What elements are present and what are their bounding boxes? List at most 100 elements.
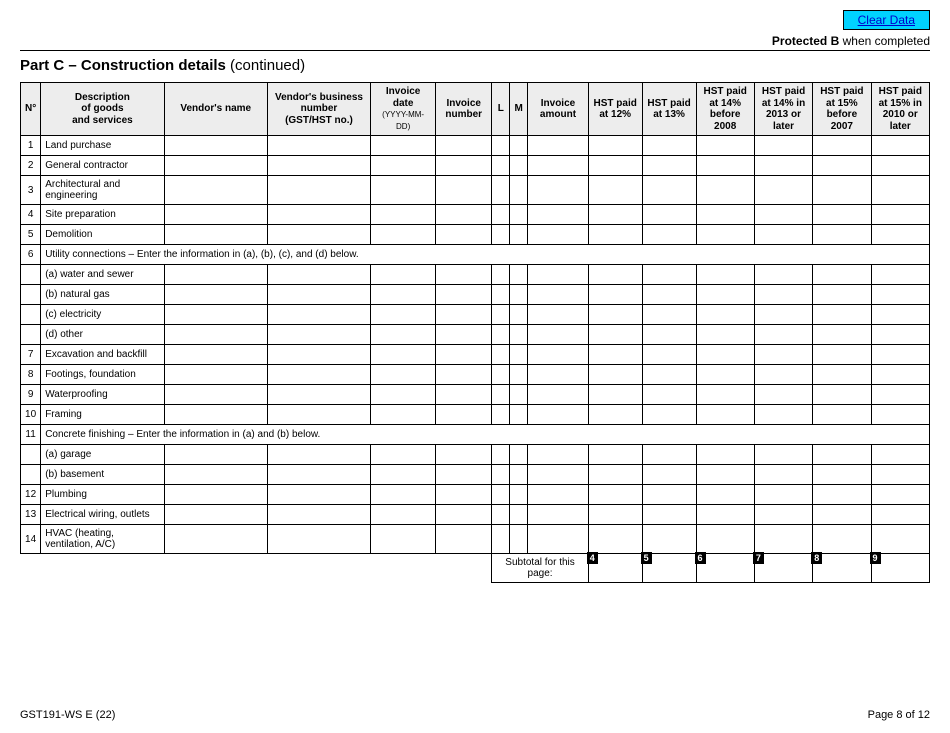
subtotal-cell[interactable]: 8 <box>813 554 871 583</box>
cell-input[interactable] <box>371 285 436 305</box>
cell-input[interactable] <box>371 156 436 176</box>
cell-input[interactable] <box>267 405 370 425</box>
cell-input[interactable] <box>492 385 510 405</box>
cell-input[interactable] <box>510 345 528 365</box>
cell-input[interactable] <box>813 136 871 156</box>
cell-input[interactable] <box>492 485 510 505</box>
cell-input[interactable] <box>588 485 642 505</box>
cell-input[interactable] <box>510 325 528 345</box>
cell-input[interactable] <box>371 136 436 156</box>
cell-input[interactable] <box>588 156 642 176</box>
cell-input[interactable] <box>510 485 528 505</box>
cell-input[interactable] <box>642 176 696 205</box>
cell-input[interactable] <box>528 305 589 325</box>
cell-input[interactable] <box>642 365 696 385</box>
cell-input[interactable] <box>510 265 528 285</box>
cell-input[interactable] <box>371 405 436 425</box>
cell-input[interactable] <box>436 465 492 485</box>
cell-input[interactable] <box>164 176 267 205</box>
cell-input[interactable] <box>813 156 871 176</box>
cell-input[interactable] <box>588 505 642 525</box>
cell-input[interactable] <box>267 176 370 205</box>
cell-input[interactable] <box>871 465 929 485</box>
cell-input[interactable] <box>754 136 812 156</box>
cell-input[interactable] <box>267 205 370 225</box>
cell-input[interactable] <box>813 285 871 305</box>
cell-input[interactable] <box>510 305 528 325</box>
cell-input[interactable] <box>588 405 642 425</box>
cell-input[interactable] <box>696 176 754 205</box>
cell-input[interactable] <box>754 345 812 365</box>
cell-input[interactable] <box>642 285 696 305</box>
cell-input[interactable] <box>436 445 492 465</box>
cell-input[interactable] <box>510 136 528 156</box>
cell-input[interactable] <box>642 136 696 156</box>
cell-input[interactable] <box>871 525 929 554</box>
cell-input[interactable] <box>436 405 492 425</box>
cell-input[interactable] <box>164 136 267 156</box>
cell-input[interactable] <box>642 305 696 325</box>
cell-input[interactable] <box>754 445 812 465</box>
cell-input[interactable] <box>588 445 642 465</box>
cell-input[interactable] <box>528 205 589 225</box>
cell-input[interactable] <box>754 225 812 245</box>
cell-input[interactable] <box>754 485 812 505</box>
cell-input[interactable] <box>164 205 267 225</box>
cell-input[interactable] <box>642 156 696 176</box>
cell-input[interactable] <box>510 365 528 385</box>
cell-input[interactable] <box>754 525 812 554</box>
cell-input[interactable] <box>642 265 696 285</box>
cell-input[interactable] <box>510 385 528 405</box>
cell-input[interactable] <box>871 325 929 345</box>
cell-input[interactable] <box>754 405 812 425</box>
cell-input[interactable] <box>588 385 642 405</box>
cell-input[interactable] <box>813 205 871 225</box>
cell-input[interactable] <box>164 285 267 305</box>
cell-input[interactable] <box>528 225 589 245</box>
cell-input[interactable] <box>871 265 929 285</box>
cell-input[interactable] <box>267 485 370 505</box>
cell-input[interactable] <box>164 265 267 285</box>
cell-input[interactable] <box>813 265 871 285</box>
cell-input[interactable] <box>754 325 812 345</box>
cell-input[interactable] <box>871 205 929 225</box>
cell-input[interactable] <box>528 136 589 156</box>
cell-input[interactable] <box>164 325 267 345</box>
cell-input[interactable] <box>528 176 589 205</box>
cell-input[interactable] <box>436 365 492 385</box>
cell-input[interactable] <box>267 285 370 305</box>
cell-input[interactable] <box>813 385 871 405</box>
cell-input[interactable] <box>696 505 754 525</box>
cell-input[interactable] <box>813 505 871 525</box>
subtotal-cell[interactable]: 5 <box>642 554 696 583</box>
cell-input[interactable] <box>754 176 812 205</box>
cell-input[interactable] <box>588 345 642 365</box>
cell-input[interactable] <box>267 345 370 365</box>
cell-input[interactable] <box>436 265 492 285</box>
cell-input[interactable] <box>813 525 871 554</box>
cell-input[interactable] <box>371 505 436 525</box>
cell-input[interactable] <box>871 176 929 205</box>
cell-input[interactable] <box>492 325 510 345</box>
cell-input[interactable] <box>492 136 510 156</box>
cell-input[interactable] <box>871 445 929 465</box>
cell-input[interactable] <box>871 156 929 176</box>
cell-input[interactable] <box>813 365 871 385</box>
cell-input[interactable] <box>267 156 370 176</box>
cell-input[interactable] <box>436 325 492 345</box>
cell-input[interactable] <box>164 305 267 325</box>
cell-input[interactable] <box>267 465 370 485</box>
cell-input[interactable] <box>754 505 812 525</box>
cell-input[interactable] <box>642 385 696 405</box>
cell-input[interactable] <box>371 345 436 365</box>
cell-input[interactable] <box>164 465 267 485</box>
cell-input[interactable] <box>267 525 370 554</box>
cell-input[interactable] <box>696 445 754 465</box>
cell-input[interactable] <box>164 385 267 405</box>
cell-input[interactable] <box>267 365 370 385</box>
cell-input[interactable] <box>871 365 929 385</box>
cell-input[interactable] <box>436 176 492 205</box>
cell-input[interactable] <box>642 445 696 465</box>
cell-input[interactable] <box>371 525 436 554</box>
cell-input[interactable] <box>164 505 267 525</box>
